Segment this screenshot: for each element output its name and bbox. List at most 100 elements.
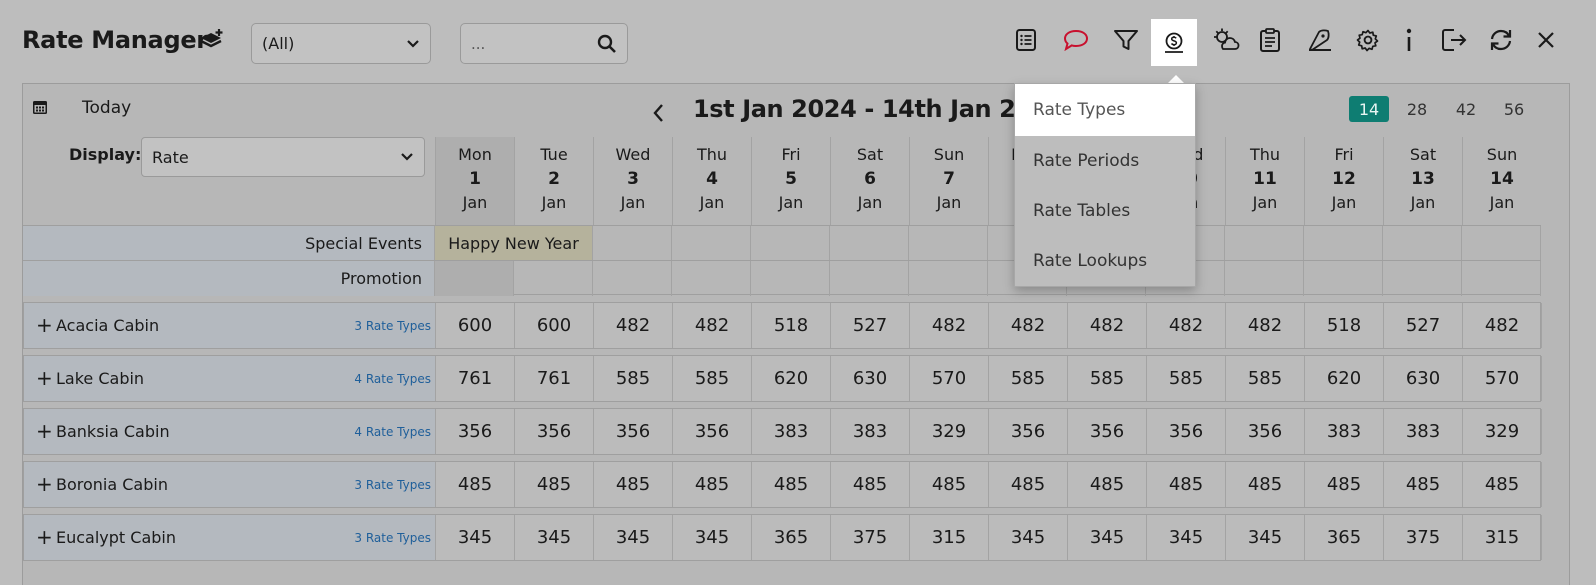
day-header[interactable]: Fri 5 Jan	[751, 137, 830, 225]
promotion-cell[interactable]	[435, 261, 514, 296]
rate-cell[interactable]: 356	[594, 409, 673, 454]
rate-cell[interactable]: 518	[752, 303, 831, 348]
rate-cell[interactable]: 482	[1147, 303, 1226, 348]
special-event-cell[interactable]	[1462, 226, 1541, 261]
rate-cell[interactable]: 356	[1068, 409, 1147, 454]
promotion-cell[interactable]	[514, 261, 593, 296]
search-icon[interactable]	[597, 34, 617, 54]
day-header[interactable]: Sun 7 Jan	[909, 137, 988, 225]
rate-cell[interactable]: 482	[594, 303, 673, 348]
rate-cell[interactable]: 620	[752, 356, 831, 401]
search-input[interactable]: ...	[460, 23, 628, 64]
promotion-cell[interactable]	[1225, 261, 1304, 296]
chat-icon[interactable]	[1060, 24, 1092, 56]
special-event-cell[interactable]	[909, 226, 988, 261]
rate-cell[interactable]: 585	[594, 356, 673, 401]
day-header[interactable]: Tue 2 Jan	[514, 137, 593, 225]
rate-cell[interactable]: 365	[752, 515, 831, 560]
rate-cell[interactable]: 383	[1305, 409, 1384, 454]
day-header[interactable]: Sun 14 Jan	[1462, 137, 1541, 225]
rate-cell[interactable]: 345	[1147, 515, 1226, 560]
rate-cell[interactable]: 315	[910, 515, 989, 560]
rate-cell[interactable]: 482	[1226, 303, 1305, 348]
promotion-cell[interactable]	[1304, 261, 1383, 296]
rate-cell[interactable]: 356	[1226, 409, 1305, 454]
special-event-cell[interactable]	[1304, 226, 1383, 261]
rate-cell[interactable]: 485	[673, 462, 752, 507]
menu-item-rate-tables[interactable]: Rate Tables	[1015, 186, 1195, 236]
menu-item-rate-periods[interactable]: Rate Periods	[1015, 136, 1195, 186]
day-header[interactable]: Fri 12 Jan	[1304, 137, 1383, 225]
category-filter-select[interactable]: (All)	[251, 23, 431, 64]
rate-cell[interactable]: 356	[673, 409, 752, 454]
rate-cell[interactable]: 356	[989, 409, 1068, 454]
day-header[interactable]: Thu 11 Jan	[1225, 137, 1304, 225]
close-icon[interactable]	[1530, 24, 1562, 56]
rate-cell[interactable]: 482	[673, 303, 752, 348]
promotion-cell[interactable]	[1383, 261, 1462, 296]
day-header[interactable]: Wed 3 Jan	[593, 137, 672, 225]
rate-cell[interactable]: 620	[1305, 356, 1384, 401]
special-event-cell[interactable]	[1383, 226, 1462, 261]
weather-icon[interactable]	[1210, 24, 1242, 56]
promotion-cell[interactable]	[751, 261, 830, 296]
rate-cell[interactable]: 365	[1305, 515, 1384, 560]
special-event-cell[interactable]	[593, 226, 672, 261]
menu-item-rate-types[interactable]: Rate Types	[1015, 84, 1195, 136]
rate-cell[interactable]: 345	[436, 515, 515, 560]
rate-cell[interactable]: 383	[1384, 409, 1463, 454]
rate-cell[interactable]: 482	[989, 303, 1068, 348]
rate-cell[interactable]: 383	[831, 409, 910, 454]
period-option-28[interactable]: 28	[1397, 96, 1437, 122]
period-option-56[interactable]: 56	[1494, 96, 1534, 122]
expand-plus-icon[interactable]: +	[36, 313, 53, 337]
rate-types-link[interactable]: 3 Rate Types	[354, 319, 431, 333]
rate-cell[interactable]: 630	[831, 356, 910, 401]
chevron-left-icon[interactable]	[651, 102, 665, 124]
rate-types-link[interactable]: 3 Rate Types	[354, 531, 431, 545]
funnel-icon[interactable]	[1110, 24, 1142, 56]
day-header[interactable]: Sat 13 Jan	[1383, 137, 1462, 225]
rate-cell[interactable]: 485	[1147, 462, 1226, 507]
day-header[interactable]: Mon 1 Jan	[435, 137, 514, 225]
rate-cell[interactable]: 585	[989, 356, 1068, 401]
rate-cell[interactable]: 570	[910, 356, 989, 401]
rate-cell[interactable]: 315	[1463, 515, 1542, 560]
rate-cell[interactable]: 570	[1463, 356, 1542, 401]
menu-item-rate-lookups[interactable]: Rate Lookups	[1015, 236, 1195, 286]
rate-cell[interactable]: 485	[1068, 462, 1147, 507]
rate-cell[interactable]: 630	[1384, 356, 1463, 401]
rate-cell[interactable]: 518	[1305, 303, 1384, 348]
rate-cell[interactable]: 482	[1463, 303, 1542, 348]
rate-cell[interactable]: 356	[1147, 409, 1226, 454]
rate-cell[interactable]: 761	[436, 356, 515, 401]
rate-types-link[interactable]: 4 Rate Types	[354, 372, 431, 386]
rate-cell[interactable]: 585	[1147, 356, 1226, 401]
rate-cell[interactable]: 345	[515, 515, 594, 560]
rate-cell[interactable]: 482	[910, 303, 989, 348]
rate-cell[interactable]: 485	[1384, 462, 1463, 507]
rate-cell[interactable]: 485	[752, 462, 831, 507]
list-icon[interactable]	[1010, 24, 1042, 56]
special-event-cell[interactable]	[830, 226, 909, 261]
day-header[interactable]: Sat 6 Jan	[830, 137, 909, 225]
rate-cell[interactable]: 527	[831, 303, 910, 348]
rate-cell[interactable]: 485	[436, 462, 515, 507]
rate-cell[interactable]: 527	[1384, 303, 1463, 348]
expand-plus-icon[interactable]: +	[36, 472, 53, 496]
promotion-cell[interactable]	[830, 261, 909, 296]
today-button[interactable]: Today	[82, 98, 131, 118]
rocket-icon[interactable]	[1304, 24, 1336, 56]
rate-cell[interactable]: 600	[436, 303, 515, 348]
rate-cell[interactable]: 485	[831, 462, 910, 507]
rate-cell[interactable]: 345	[989, 515, 1068, 560]
promotion-cell[interactable]	[672, 261, 751, 296]
rate-cell[interactable]: 485	[515, 462, 594, 507]
promotion-cell[interactable]	[909, 261, 988, 296]
rate-cell[interactable]: 485	[989, 462, 1068, 507]
rate-cell[interactable]: 345	[594, 515, 673, 560]
rate-cell[interactable]: 600	[515, 303, 594, 348]
rate-cell[interactable]: 345	[1226, 515, 1305, 560]
rate-cell[interactable]: 375	[831, 515, 910, 560]
rate-cell[interactable]: 383	[752, 409, 831, 454]
